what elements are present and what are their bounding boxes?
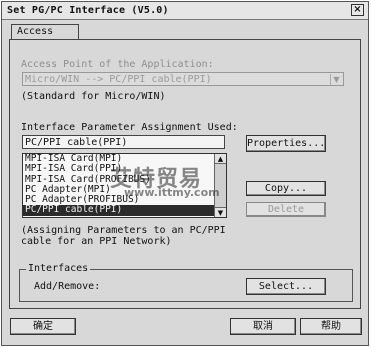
delete-button: Delete <box>246 202 326 217</box>
title-bar[interactable]: Set PG/PC Interface (V5.0) × <box>2 2 368 20</box>
close-button[interactable]: × <box>351 4 364 16</box>
interface-description-line1: (Assigning Parameters to an PC/PPI <box>21 225 226 236</box>
scroll-down-icon[interactable]: ▼ <box>215 207 226 217</box>
help-button[interactable]: 帮助 <box>300 318 362 335</box>
interfaces-groupbox: Interfaces Add/Remove: Select... <box>19 263 353 302</box>
add-remove-label: Add/Remove: <box>34 281 101 292</box>
list-scrollbar[interactable]: ▲ ▼ <box>214 154 226 217</box>
interface-list[interactable]: MPI-ISA Card(MPI) MPI-ISA Card(PPI) MPI-… <box>22 153 227 218</box>
chevron-down-icon: ▼ <box>330 74 342 85</box>
access-point-label: Access Point of the Application: <box>21 59 214 70</box>
properties-button[interactable]: Properties... <box>246 135 326 152</box>
select-button[interactable]: Select... <box>246 278 326 295</box>
set-pg-pc-interface-dialog: Set PG/PC Interface (V5.0) × Access Path… <box>1 1 369 346</box>
copy-button[interactable]: Copy... <box>246 181 326 196</box>
access-path-panel: Access Point of the Application: Micro/W… <box>9 39 361 309</box>
access-point-value: Micro/WIN --> PC/PPI cable(PPI) <box>25 74 212 85</box>
interfaces-group-title: Interfaces <box>26 263 91 274</box>
access-point-combo: Micro/WIN --> PC/PPI cable(PPI) ▼ <box>22 72 344 86</box>
tab-access-path[interactable]: Access Path <box>11 24 79 51</box>
list-item-selected[interactable]: PC/PPI cable(PPI) <box>23 205 226 216</box>
cancel-button[interactable]: 取消 <box>230 318 296 335</box>
interface-parameter-field[interactable]: PC/PPI cable(PPI) <box>22 135 225 149</box>
access-point-note: (Standard for Micro/WIN) <box>21 91 166 102</box>
interface-parameter-label: Interface Parameter Assignment Used: <box>21 122 238 133</box>
window-title: Set PG/PC Interface (V5.0) <box>7 5 169 16</box>
scroll-up-icon[interactable]: ▲ <box>215 154 226 164</box>
interface-description-line2: cable for an PPI Network) <box>21 236 172 247</box>
ok-button[interactable]: 确定 <box>10 318 76 335</box>
